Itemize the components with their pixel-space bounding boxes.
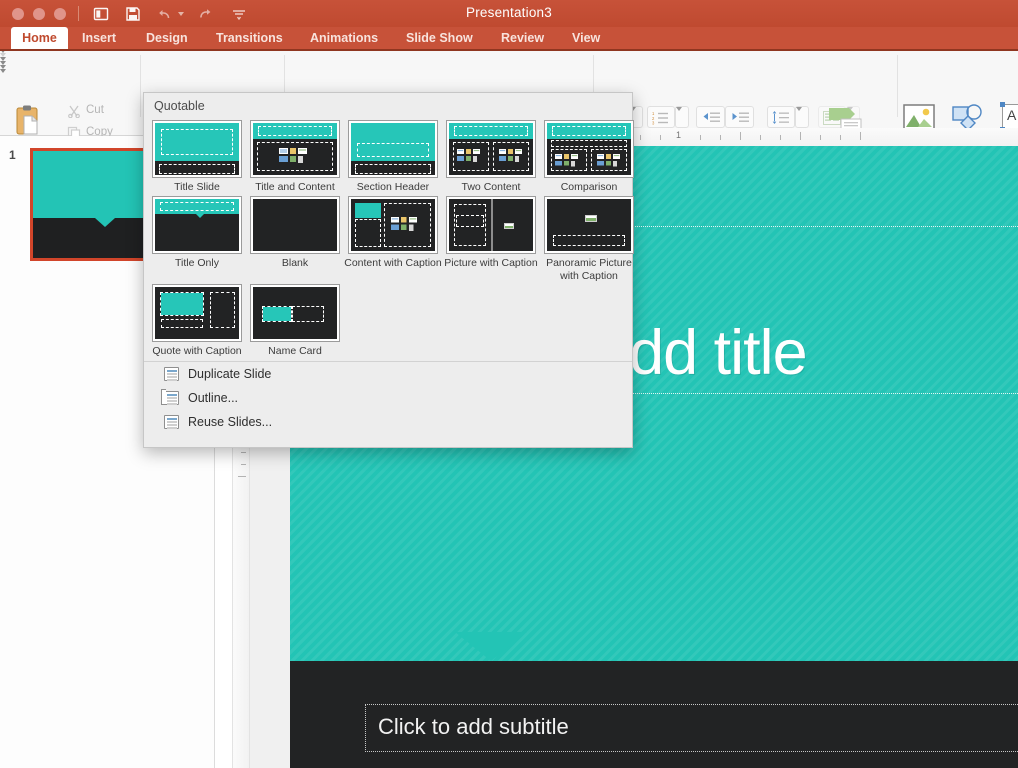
layout-section-header[interactable]: Section Header: [348, 120, 438, 193]
svg-text:3: 3: [652, 120, 655, 125]
cut-icon: [67, 104, 81, 123]
layout-quote-with-caption[interactable]: Quote with Caption: [152, 284, 242, 357]
menu-item-outline[interactable]: Outline...: [144, 386, 632, 410]
numbering-button[interactable]: 1 2 3: [647, 106, 675, 128]
layout-thumb-title-and-content: [250, 120, 340, 178]
reuse-slides-icon: [164, 415, 179, 429]
layout-thumb-title-only: [152, 196, 242, 254]
layout-label-panoramic-picture-with-caption: Panoramic Picture with Caption: [546, 257, 632, 282]
layout-thumb-content-with-caption: [348, 196, 438, 254]
layout-two-content[interactable]: Two Content: [446, 120, 536, 193]
layout-label-name-card: Name Card: [268, 345, 322, 357]
tab-slide-show[interactable]: Slide Show: [396, 27, 483, 49]
layout-thumb-quote-with-caption: [152, 284, 242, 342]
layout-title-only[interactable]: Title Only: [152, 196, 242, 269]
thumbnail-notch: [95, 218, 115, 228]
layout-label-comparison: Comparison: [560, 181, 618, 193]
dropdown-menu-items: Duplicate Slide Outline... Reuse Slides.…: [144, 362, 632, 434]
layout-label-title-only: Title Only: [175, 257, 219, 269]
menu-item-outline-label: Outline...: [188, 391, 239, 405]
menu-item-duplicate-slide[interactable]: Duplicate Slide: [144, 362, 632, 386]
layout-thumb-blank: [250, 196, 340, 254]
layout-name-card[interactable]: Name Card: [250, 284, 340, 357]
menu-item-reuse-slides-label: Reuse Slides...: [188, 415, 273, 429]
subtitle-placeholder-text: Click to add subtitle: [378, 714, 569, 739]
numbering-dropdown-button[interactable]: [675, 106, 689, 128]
layout-title-slide[interactable]: Title Slide: [152, 120, 242, 193]
layout-label-quote-with-caption: Quote with Caption: [152, 345, 242, 357]
subtitle-placeholder[interactable]: Click to add subtitle: [365, 704, 1018, 752]
layout-label-two-content: Two Content: [461, 181, 521, 193]
layout-comparison[interactable]: Comparison: [544, 120, 634, 193]
layout-content-with-caption[interactable]: Content with Caption: [344, 196, 442, 269]
layout-label-title-slide: Title Slide: [174, 181, 220, 193]
ribbon-tab-bar: Home Insert Design Transitions Animation…: [0, 27, 1018, 49]
title-bar: Presentation3: [0, 0, 1018, 27]
tab-animations[interactable]: Animations: [300, 27, 388, 49]
layout-label-section-header: Section Header: [356, 181, 430, 193]
layout-title-and-content[interactable]: Title and Content: [250, 120, 340, 193]
tab-transitions[interactable]: Transitions: [206, 27, 293, 49]
layout-label-content-with-caption: Content with Caption: [344, 257, 442, 269]
layout-thumb-picture-with-caption: [446, 196, 536, 254]
shapes-dropdown-caret-icon[interactable]: [0, 69, 6, 73]
group-divider: [140, 55, 141, 117]
tab-review[interactable]: Review: [491, 27, 554, 49]
tab-insert[interactable]: Insert: [72, 27, 126, 49]
layout-panoramic-picture-with-caption[interactable]: Panoramic Picture with Caption: [544, 196, 634, 282]
layout-thumb-two-content: [446, 120, 536, 178]
tab-design[interactable]: Design: [136, 27, 198, 49]
text-box-icon[interactable]: A: [1000, 102, 1018, 132]
group-divider: [897, 55, 898, 117]
hruler-tick-1-right: 1: [676, 130, 682, 140]
window-title: Presentation3: [466, 5, 552, 20]
layout-thumb-name-card: [250, 284, 340, 342]
decrease-indent-button[interactable]: [696, 106, 725, 128]
increase-indent-button[interactable]: [725, 106, 754, 128]
slide-notch: [455, 632, 527, 661]
menu-item-duplicate-slide-label: Duplicate Slide: [188, 367, 272, 381]
layout-gallery-header: Quotable: [154, 99, 205, 113]
layout-label-title-and-content: Title and Content: [255, 181, 335, 193]
line-spacing-button[interactable]: [767, 106, 795, 128]
menu-item-reuse-slides[interactable]: Reuse Slides...: [144, 410, 632, 434]
slide-number-1: 1: [9, 148, 16, 162]
layout-label-blank: Blank: [281, 257, 309, 269]
layout-thumb-section-header: [348, 120, 438, 178]
layout-thumb-title-slide: [152, 120, 242, 178]
outline-icon: [161, 389, 179, 405]
layout-blank[interactable]: Blank: [250, 196, 340, 269]
layout-thumb-panoramic-picture-with-caption: [544, 196, 634, 254]
tab-view[interactable]: View: [562, 27, 610, 49]
layout-thumb-comparison: [544, 120, 634, 178]
new-slide-layout-dropdown[interactable]: Quotable Title Slide Title and Content S…: [143, 92, 634, 448]
tab-home[interactable]: Home: [11, 27, 68, 49]
cut-label[interactable]: Cut: [86, 104, 104, 116]
duplicate-slide-icon: [164, 367, 179, 381]
layout-picture-with-caption[interactable]: Picture with Caption: [444, 196, 538, 269]
line-spacing-dropdown-button[interactable]: [795, 106, 809, 128]
layout-label-picture-with-caption: Picture with Caption: [444, 257, 538, 269]
paste-icon[interactable]: [14, 104, 44, 138]
